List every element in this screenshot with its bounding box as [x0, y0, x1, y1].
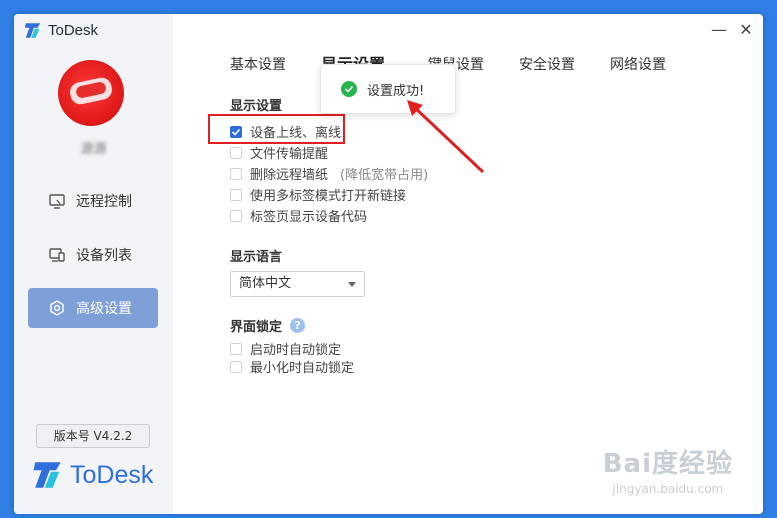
arrow-annotation-icon [407, 100, 485, 174]
option-label: 删除远程墙纸 [250, 168, 329, 183]
window-controls: — ✕ [711, 22, 753, 38]
checkbox[interactable] [230, 209, 242, 222]
option-label: 使用多标签模式打开新链接 [250, 189, 407, 204]
close-button[interactable]: ✕ [739, 22, 753, 38]
language-select[interactable]: 简体中文 [230, 271, 365, 297]
settings-hex-icon [50, 300, 64, 316]
avatar[interactable] [58, 60, 124, 126]
version-badge: 版本号 V4.2.2 [36, 424, 150, 448]
nav-advanced-settings[interactable]: 高级设置 [28, 288, 158, 328]
option-lock-on-start[interactable]: 启动时自动锁定 [230, 339, 341, 358]
option-lock-on-minimize[interactable]: 最小化时自动锁定 [230, 357, 354, 376]
option-label: 标签页显示设备代码 [250, 210, 368, 225]
display-section-title: 显示设置 [230, 99, 283, 114]
app-name: ToDesk [48, 22, 99, 39]
todesk-logo-icon [33, 462, 61, 488]
nav-label: 远程控制 [76, 194, 132, 210]
option-label: 文件传输提醒 [250, 147, 329, 162]
highlight-annotation [208, 114, 345, 144]
help-icon[interactable]: ? [290, 318, 306, 333]
watermark: Bai度经验 jingyan.baidu.com [603, 443, 733, 496]
chevron-down-icon [348, 282, 356, 287]
checkbox[interactable] [230, 167, 242, 180]
option-file-transfer-alert[interactable]: 文件传输提醒 [230, 143, 328, 162]
checkbox[interactable] [230, 342, 242, 355]
todesk-logo-icon [24, 23, 41, 38]
todesk-window: ToDesk 源源 远程控制 设备列表 高级设置 版本号 V4.2.2 ToDe… [14, 14, 763, 514]
user-name: 源源 [80, 142, 107, 157]
lock-section-title: 界面锁定 [230, 320, 283, 335]
nav-device-list[interactable]: 设备列表 [28, 235, 158, 275]
nav-label: 设备列表 [76, 248, 132, 264]
watermark-main: Bai度经验 [602, 449, 733, 479]
nav-remote-control[interactable]: 远程控制 [28, 181, 158, 221]
tab-basic[interactable]: 基本设置 [230, 54, 286, 74]
minimize-button[interactable]: — [711, 22, 727, 38]
brand-bottom: ToDesk [32, 460, 153, 490]
success-icon [341, 81, 357, 97]
option-label: 最小化时自动锁定 [250, 361, 355, 376]
watermark-sub: jingyan.baidu.com [612, 482, 724, 496]
language-selected: 简体中文 [239, 276, 292, 291]
tab-security[interactable]: 安全设置 [519, 54, 575, 74]
brand-top: ToDesk [24, 22, 98, 39]
checkbox[interactable] [230, 146, 242, 159]
devices-icon [49, 248, 65, 262]
checkbox[interactable] [230, 188, 242, 201]
option-show-device-code[interactable]: 标签页显示设备代码 [230, 206, 367, 225]
lock-section: 界面锁定 ? [230, 316, 306, 335]
brand-name: ToDesk [70, 460, 154, 489]
option-multi-tab-mode[interactable]: 使用多标签模式打开新链接 [230, 185, 406, 204]
checkbox[interactable] [230, 360, 242, 373]
tab-network[interactable]: 网络设置 [610, 54, 666, 74]
nav-label: 高级设置 [76, 301, 132, 317]
language-section-title: 显示语言 [230, 250, 283, 265]
sidebar: ToDesk 源源 远程控制 设备列表 高级设置 版本号 V4.2.2 ToDe… [14, 14, 173, 514]
option-label: 启动时自动锁定 [250, 343, 342, 358]
monitor-icon [49, 194, 65, 209]
